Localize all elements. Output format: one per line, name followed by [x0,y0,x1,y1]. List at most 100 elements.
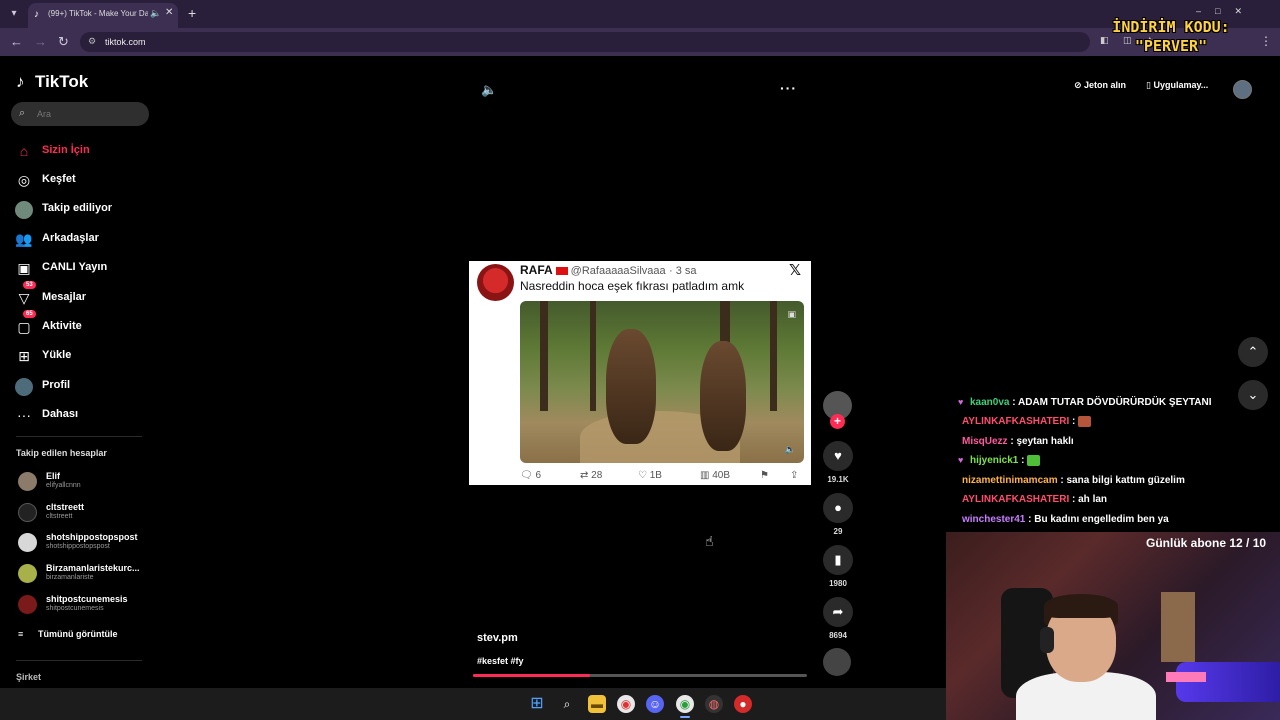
video-author[interactable]: stev.pm [477,632,518,644]
see-all-following-link[interactable]: ≡ Tümünü görüntüle [16,629,117,639]
tab-search-menu-icon[interactable]: ▾ [6,6,22,22]
tweet-retweets: ⇄ 28 [580,470,603,481]
following-account-item[interactable]: Elif elifyallcnnn [16,469,156,495]
discord-icon[interactable]: ☺ [646,695,664,713]
new-tab-button[interactable]: + [188,5,196,21]
obs-icon[interactable]: ◍ [705,695,723,713]
chat-message: MisqUezz : şeytan haklı [962,436,1074,447]
site-info-icon[interactable]: ⚙ [88,36,96,47]
like-action[interactable]: ♥ 19.1K [822,441,854,484]
search-icon[interactable]: ⌕ [558,695,576,713]
file-explorer-icon[interactable]: ▬ [588,695,606,713]
share-count: 8694 [829,631,847,640]
bookmark-icon[interactable]: ▮ [823,545,853,575]
sidebar-item-profile[interactable]: Profil [14,375,154,397]
sidebar-item-upload[interactable]: ⊞ Yükle [14,345,154,367]
avatar [18,533,37,552]
reload-icon[interactable]: ↻ [58,34,69,50]
tweet-likes-count: 1B [649,470,662,481]
avatar [18,564,37,583]
red-app-icon[interactable]: ● [734,695,752,713]
video-progress-bar[interactable] [473,674,807,677]
browser-menu-icon[interactable]: ⋮ [1260,34,1272,48]
home-icon: ⌂ [19,143,29,159]
following-avatar-icon [14,199,34,220]
active-app-indicator [680,716,690,718]
next-video-button[interactable]: ⌄ [1238,380,1268,410]
sidebar-item-friends[interactable]: 👥 Arkadaşlar [14,228,154,250]
sidebar-item-explore[interactable]: ◎ Keşfet [14,169,154,191]
sidebar-item-for-you[interactable]: ⌂ Sizin İçin [14,140,154,162]
tweet-replies: 🗨 6 [520,470,542,481]
sidebar-item-messages[interactable]: ▽ 53 Mesajlar [14,281,154,309]
tweet-text: Nasreddin hoca eşek fıkrası patladım amk [520,279,745,293]
address-bar[interactable]: ⚙ tiktok.com [80,32,1090,52]
sidebar-item-more[interactable]: ··· Dahası [14,404,154,426]
follow-plus-button[interactable]: + [830,414,845,429]
account-handle: shotshippostopspost [46,543,110,550]
account-handle: shitpostcunemesis [46,605,104,612]
mouse-cursor-icon: ☝ [705,533,714,549]
chat-username: winchester41 [962,514,1026,525]
get-coins-button[interactable]: ⊘ Jeton alın [1074,80,1126,91]
account-handle: cltstreett [46,513,73,520]
video-frame-tweet[interactable]: RAFA @RafaaaaaSilvaaa · 3 sa 𝕏 Nasreddin … [469,261,811,485]
following-account-item[interactable]: shitpostcunemesis shitpostcunemesis [16,592,156,618]
window-controls[interactable]: –□✕ [1196,6,1256,17]
video-hashtags[interactable]: #kesfet #fy [477,656,524,666]
sidebar-item-label: Profil [42,379,71,391]
chat-message: ♥ kaan0va : ADAM TUTAR DÖVDÜRÜRDÜK ŞEYTAN… [958,397,1212,408]
user-avatar[interactable] [1233,80,1252,99]
following-account-item[interactable]: shotshippostopspost shotshippostopspost [16,530,156,556]
url-text[interactable]: tiktok.com [105,37,146,47]
tiktok-logo[interactable]: ♪ TikTok [16,72,88,92]
chrome-icon[interactable]: ◉ [617,695,635,713]
heart-icon[interactable]: ♥ [823,441,853,471]
heart-badge-icon: ♥ [958,397,964,407]
sidebar-item-activity[interactable]: ▢ 65 Aktivite [14,310,154,338]
windows-start-icon[interactable]: ⊞ [528,695,546,713]
more-options-icon[interactable]: ··· [780,80,797,96]
sidebar-item-following[interactable]: Takip ediliyor [14,198,154,220]
save-action[interactable]: ▮ 1980 [822,545,854,588]
music-disc-icon[interactable] [823,648,851,676]
share-arrow-icon[interactable]: ➦ [823,597,853,627]
sidebar-item-label: Keşfet [42,173,76,185]
sidebar-item-label: Dahası [42,408,79,420]
chat-message: nizamettinimamcam : sana bilgi kattım gü… [962,475,1185,486]
back-arrow-icon[interactable]: ← [10,34,23,49]
tweet-media-image: ▣ 🔈 [520,301,804,463]
following-account-item[interactable]: cltstreett cltstreett [16,500,156,526]
account-handle: birzamanlariste [46,574,94,581]
list-icon: ≡ [18,629,24,639]
chrome-profile-icon[interactable]: ◉ [676,695,694,713]
chat-text: Bu kadını engelledim ben ya [1034,514,1169,525]
save-count: 1980 [829,579,847,588]
comment-action[interactable]: ● 29 [822,493,854,536]
tweet-author-name: RAFA [520,263,553,277]
browser-tab-tiktok[interactable]: ♪ (99+) TikTok - Make Your Da 🔈 ✕ [28,3,178,28]
tiktok-note-icon: ♪ [16,72,25,91]
compass-icon: ◎ [17,172,31,188]
tab-audio-icon[interactable]: 🔈 [150,8,161,19]
share-action[interactable]: ➦ 8694 [822,597,854,640]
search-box[interactable]: ⌕ [11,102,149,126]
x-logo-icon: 𝕏 [789,262,802,279]
company-section-title[interactable]: Şirket [16,672,41,682]
chat-emote-icon [1078,416,1092,427]
inbox-icon: ▽ [18,290,30,306]
comment-icon[interactable]: ● [823,493,853,523]
tab-close-icon[interactable]: ✕ [165,7,173,18]
media-mute-icon: 🔈 [784,444,796,454]
search-input[interactable] [37,109,137,119]
previous-video-button[interactable]: ⌃ [1238,337,1268,367]
get-app-button[interactable]: ▯ Uygulamay... [1146,80,1208,91]
following-accounts-title: Takip edilen hesaplar [16,448,107,458]
heart-badge-icon: ♥ [958,455,964,466]
volume-icon[interactable]: 🔈 [481,82,497,98]
sidebar-item-live[interactable]: ▣ CANLI Yayın [14,257,154,279]
sidebar-item-label: Yükle [42,349,72,361]
following-account-item[interactable]: Birzamanlaristekurc... birzamanlariste [16,561,156,587]
forward-arrow-icon[interactable]: → [34,34,47,49]
sidebar-item-label: Takip ediliyor [42,202,113,214]
